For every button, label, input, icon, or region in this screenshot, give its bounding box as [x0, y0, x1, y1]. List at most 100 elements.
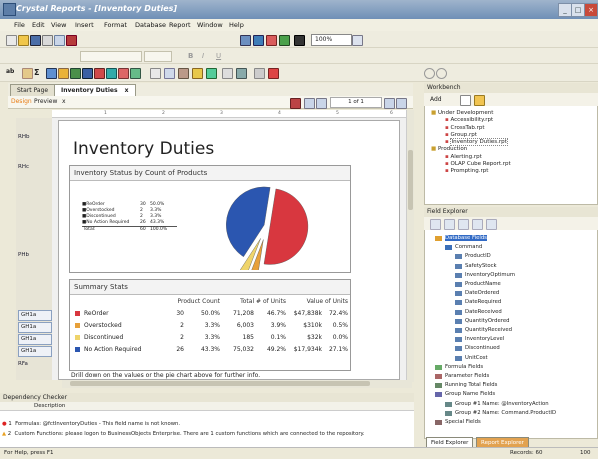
publish-icon[interactable] — [474, 95, 485, 106]
menu-edit[interactable]: Edit — [32, 21, 45, 29]
tree-item[interactable]: ▪ Prompting.rpt — [431, 168, 511, 175]
nav-forward-icon[interactable] — [436, 68, 447, 79]
menu-window[interactable]: Window — [197, 21, 223, 29]
section-expert-icon[interactable] — [222, 68, 233, 79]
bold-icon[interactable]: B — [188, 52, 197, 61]
section-label[interactable]: GH1a — [18, 334, 52, 345]
edit-icon[interactable] — [472, 219, 483, 230]
summary-icon[interactable]: Σ — [34, 68, 43, 77]
close-button[interactable]: × — [584, 3, 598, 17]
section-label[interactable]: RHb — [18, 134, 29, 140]
formula-workshop-icon[interactable] — [178, 68, 189, 79]
line-icon[interactable] — [82, 68, 93, 79]
minimize-button[interactable]: _ — [558, 3, 572, 17]
add-button[interactable]: Add — [430, 96, 442, 103]
tree-item[interactable]: ▪ Accessibility.rpt — [431, 117, 511, 124]
tab-preview[interactable]: Preview — [34, 98, 57, 105]
select-expert-icon[interactable] — [150, 68, 161, 79]
inventory-pie-chart[interactable] — [215, 182, 325, 270]
save-icon[interactable] — [30, 35, 41, 46]
vertical-scrollbar[interactable] — [406, 110, 414, 382]
scroll-thumb[interactable] — [70, 381, 370, 386]
preview-icon[interactable] — [54, 35, 65, 46]
font-size-select[interactable] — [144, 51, 172, 62]
picture-icon[interactable] — [106, 68, 117, 79]
tree-folder[interactable]: ■ Under Development — [431, 110, 511, 117]
chart-icon[interactable] — [118, 68, 129, 79]
sort-icon[interactable] — [164, 68, 175, 79]
group-icon[interactable] — [22, 68, 33, 79]
new-icon[interactable] — [458, 219, 469, 230]
summary-row[interactable]: Discontinued 2 3.3% 185 0.1% $32k 0.0% — [70, 332, 350, 343]
menu-file[interactable]: File — [14, 21, 25, 29]
template-icon[interactable] — [236, 68, 247, 79]
insert-field-icon[interactable] — [430, 219, 441, 230]
field-tree-node[interactable]: Group #2 Name: Command.ProductID — [445, 410, 556, 416]
dependency-row[interactable]: ▲ 2 Custom Functions: please logon to Bu… — [2, 431, 365, 437]
db-field-item[interactable]: UnitCost — [455, 355, 488, 361]
field-tree-node[interactable]: Command — [445, 244, 482, 251]
summary-row[interactable]: ReOrder 30 50.0% 71,208 46.7% $47,838k 72.4% — [70, 308, 350, 319]
italic-icon[interactable]: I — [202, 52, 211, 61]
nav-back-icon[interactable] — [424, 68, 435, 79]
print-icon[interactable] — [42, 35, 53, 46]
refresh-icon[interactable] — [268, 68, 279, 79]
font-select[interactable] — [80, 51, 142, 62]
section-label[interactable]: RHc — [18, 164, 29, 170]
box-icon[interactable] — [94, 68, 105, 79]
db-field-item[interactable]: ProductID — [455, 253, 491, 260]
section-label[interactable]: GH1a — [18, 322, 52, 333]
field-tree-node[interactable]: Database Fields — [435, 235, 487, 241]
tree-folder[interactable]: ■ Production — [431, 146, 511, 153]
delete-icon[interactable] — [486, 219, 497, 230]
horizontal-scrollbar[interactable] — [62, 380, 412, 388]
menu-insert[interactable]: Insert — [75, 21, 94, 29]
menu-help[interactable]: Help — [229, 21, 244, 29]
find-icon[interactable] — [294, 35, 305, 46]
section-label[interactable]: GH1a — [18, 346, 52, 357]
report-explorer-icon[interactable] — [253, 35, 264, 46]
db-field-item[interactable]: QuantityReceived — [455, 327, 512, 333]
prev-page-icon[interactable] — [316, 98, 327, 109]
summary-row[interactable]: No Action Required 26 43.3% 75,032 49.2% $17,… — [70, 344, 350, 355]
refresh-data-icon[interactable] — [290, 98, 301, 109]
zoom-field[interactable]: 100% — [311, 34, 352, 46]
page-indicator[interactable]: 1 of 1 — [330, 97, 382, 108]
subreport-icon[interactable] — [70, 68, 81, 79]
last-page-icon[interactable] — [396, 98, 407, 109]
field-explorer-icon[interactable] — [240, 35, 251, 46]
section-label[interactable]: PHb — [18, 252, 29, 258]
group-expert-icon[interactable] — [206, 68, 217, 79]
summary-row[interactable]: Overstocked 2 3.3% 6,003 3.9% $310k 0.5% — [70, 320, 350, 331]
db-field-item[interactable]: InventoryOptimum — [455, 272, 515, 278]
db-field-item[interactable]: DateRequired — [455, 299, 501, 306]
db-field-item[interactable]: QuantityOrdered — [455, 318, 509, 324]
field-tree-node[interactable]: Running Total Fields — [435, 382, 497, 389]
db-field-item[interactable]: DateOrdered — [455, 290, 499, 297]
field-tree-node[interactable]: Special Fields — [435, 419, 481, 425]
new-icon[interactable] — [6, 35, 17, 46]
help-icon[interactable] — [352, 35, 363, 46]
dependency-icon[interactable] — [279, 35, 290, 46]
db-field-item[interactable]: ProductName — [455, 281, 501, 287]
tree-item[interactable]: ▪ CrossTab.rpt — [431, 125, 511, 132]
first-page-icon[interactable] — [304, 98, 315, 109]
pie-slice-reorder[interactable] — [263, 188, 309, 265]
menu-view[interactable]: View — [51, 21, 66, 29]
menu-database[interactable]: Database — [135, 21, 166, 29]
field-tree-node[interactable]: Group Name Fields — [435, 391, 495, 398]
olap-icon[interactable] — [58, 68, 69, 79]
highlight-icon[interactable] — [192, 68, 203, 79]
new-folder-icon[interactable] — [460, 95, 471, 106]
db-field-item[interactable]: SafetyStock — [455, 263, 497, 269]
tab-inventory-duties[interactable]: Inventory Duties x — [54, 84, 136, 96]
preview-close-icon[interactable]: x — [62, 98, 66, 105]
export-icon[interactable] — [66, 35, 77, 46]
field-tree-node[interactable]: Group #1 Name: @InventoryAction — [445, 401, 549, 407]
map-icon[interactable] — [130, 68, 141, 79]
tab-start-page[interactable]: Start Page — [10, 84, 56, 96]
maximize-button[interactable]: □ — [571, 3, 585, 17]
field-tree-node[interactable]: Parameter Fields — [435, 373, 489, 379]
section-label[interactable]: RFa — [18, 361, 28, 367]
field-tree-node[interactable]: Formula Fields — [435, 364, 483, 370]
